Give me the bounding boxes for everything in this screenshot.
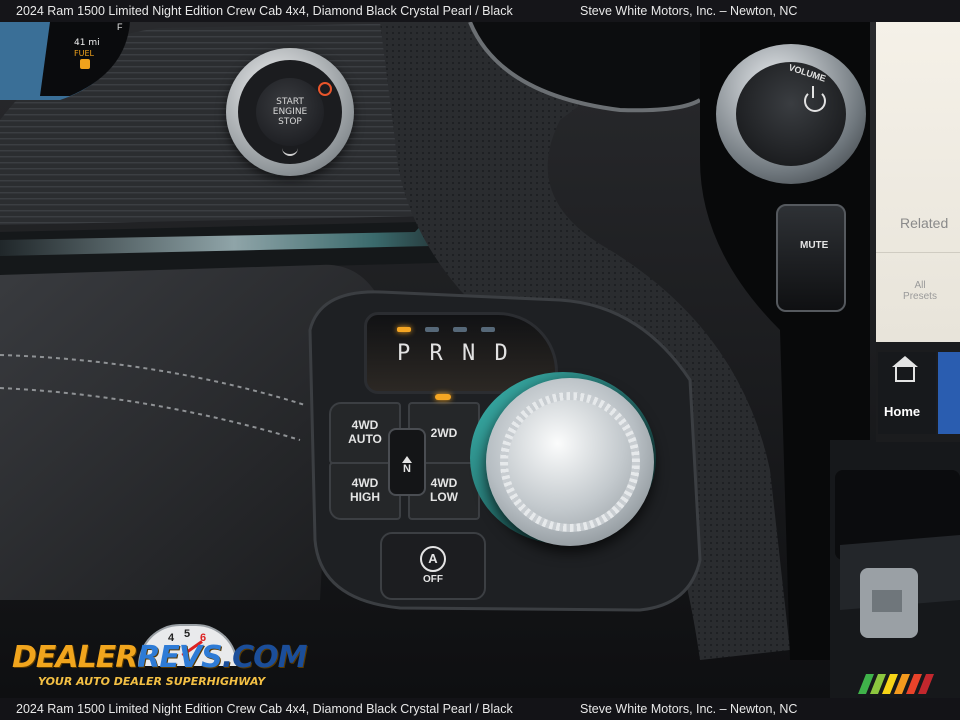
gauge-number-5: 5 [184,628,191,640]
power-icon [804,90,826,112]
dealer-caption-bottom: Steve White Motors, Inc. – Newton, NC [580,702,798,716]
gear-letters: P R N D [397,341,511,366]
vehicle-caption-bottom: 2024 Ram 1500 Limited Night Edition Crew… [16,702,513,716]
infotainment-screen: Related All Presets Home [876,22,960,442]
auto-stop-off-button[interactable]: A OFF [380,532,486,600]
logo-part-com: .COM [221,640,308,675]
all-presets-line1: All [914,280,926,291]
home-button[interactable]: Home [878,352,936,434]
all-presets-button[interactable]: All Presets [898,280,942,302]
mute-button[interactable]: MUTE [776,204,846,312]
volume-knob[interactable]: VOLUME [716,44,866,184]
two-wd-indicator-icon [435,394,451,400]
logo-part-dealer: DEALER [12,640,138,675]
fuel-label: FUEL [74,49,94,58]
auto-stop-icon: A [420,546,446,572]
start-label: START [276,97,304,107]
neutral-switch[interactable]: N [388,428,426,496]
home-label: Home [884,404,921,419]
logo-part-revs: REVS [137,640,222,675]
power-indicator-icon [318,82,332,96]
caption-bar-top: 2024 Ram 1500 Limited Night Edition Crew… [0,0,960,22]
fuel-icon [80,59,90,69]
fuel-gauge-letter: F [117,22,123,32]
photo-stage: 2024 Ram 1500 Limited Night Edition Crew… [0,0,960,720]
next-nav-tile[interactable] [938,352,960,434]
four-wd-auto-line1: 4WD [351,418,379,432]
dealer-caption: Steve White Motors, Inc. – Newton, NC [580,4,798,18]
all-presets-line2: Presets [903,291,937,302]
stop-label: STOP [278,117,302,127]
logo-tagline: YOUR AUTO DEALER SUPERHIGHWAY [38,675,266,688]
stripes-badge [858,674,934,694]
caption-bar-bottom: 2024 Ram 1500 Limited Night Edition Crew… [0,698,960,720]
rotary-shifter-knob[interactable] [486,378,654,546]
logo-wordmark: DEALERREVS.COM [12,640,308,675]
neutral-arrow-icon [402,456,412,463]
two-wd-label: 2WD [430,426,458,440]
start-stop-button[interactable]: START ENGINE STOP [226,48,354,176]
vehicle-caption: 2024 Ram 1500 Limited Night Edition Crew… [16,4,513,18]
gear-position-leds [397,327,497,333]
auto-stop-label: OFF [423,574,443,585]
neutral-label: N [403,463,411,475]
mute-label: MUTE [800,240,829,251]
home-icon [895,366,915,382]
dealer-revs-logo: 4 5 6 DEALERREVS.COM YOUR AUTO DEALER SU… [12,622,308,694]
related-link[interactable]: Related [900,215,948,231]
engine-label: ENGINE [272,107,308,117]
cluster-range: 41 mi [74,38,100,48]
